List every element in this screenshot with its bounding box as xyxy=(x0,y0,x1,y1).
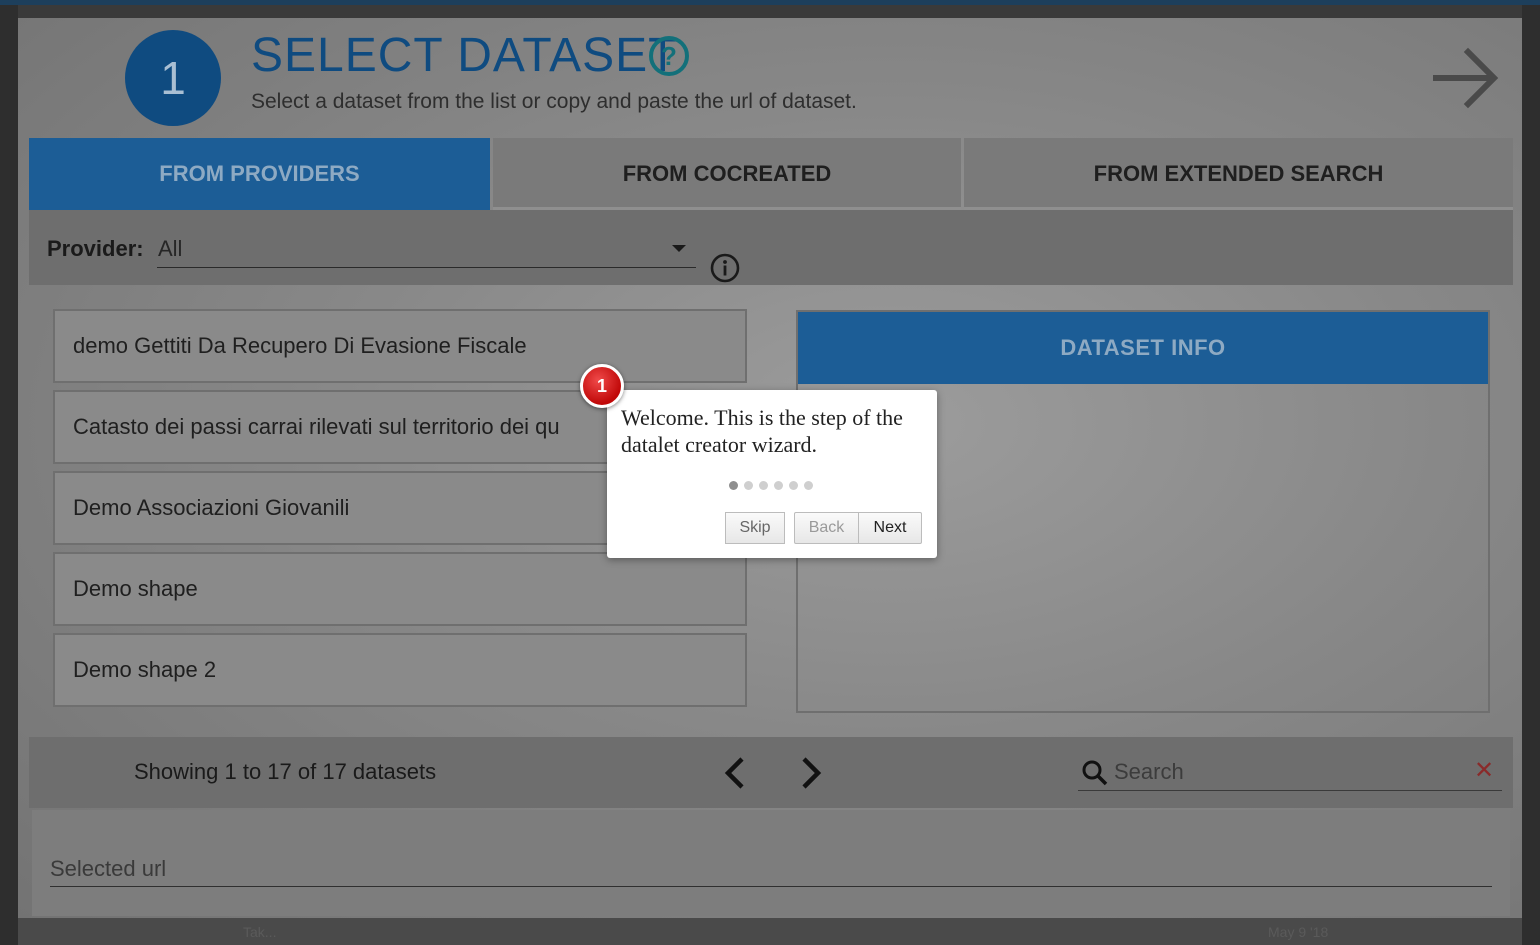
next-page-icon[interactable] xyxy=(794,756,828,790)
dataset-search: ✕ xyxy=(1078,753,1502,791)
tour-popup: Welcome. This is the step of the datalet… xyxy=(607,390,937,558)
tour-step-badge: 1 xyxy=(580,364,624,408)
tour-back-button[interactable]: Back xyxy=(794,512,859,544)
info-icon[interactable] xyxy=(709,252,741,284)
tour-progress-dots xyxy=(729,481,819,490)
background-date: May 9 '18 xyxy=(1268,924,1329,940)
tab-from-extended-search[interactable]: FROM EXTENDED SEARCH xyxy=(964,138,1513,210)
page-subtitle: Select a dataset from the list or copy a… xyxy=(251,90,857,113)
background-page-strip: Tak... May 9 '18 xyxy=(18,918,1522,945)
previous-page-icon[interactable] xyxy=(718,756,752,790)
search-input[interactable] xyxy=(1114,757,1454,787)
tour-dot[interactable] xyxy=(744,481,753,490)
selected-url-input[interactable] xyxy=(50,853,1492,885)
provider-dropdown[interactable]: All xyxy=(157,230,696,268)
tour-next-button[interactable]: Next xyxy=(858,512,922,544)
selected-url-area xyxy=(32,810,1510,916)
dataset-list-item[interactable]: Demo shape xyxy=(53,552,747,626)
dataset-list-item[interactable]: demo Gettiti Da Recupero Di Evasione Fis… xyxy=(53,309,747,383)
next-step-arrow-icon[interactable] xyxy=(1430,42,1502,114)
background-text: Tak... xyxy=(243,924,277,940)
provider-label: Provider: xyxy=(47,236,144,261)
dropdown-caret-icon xyxy=(672,245,686,252)
provider-selected-value: All xyxy=(158,236,183,261)
pagination-bar: Showing 1 to 17 of 17 datasets ✕ xyxy=(29,737,1513,808)
selected-url-field xyxy=(50,853,1492,887)
top-border xyxy=(0,0,1540,5)
overlay-left xyxy=(0,5,18,945)
tab-from-cocreated[interactable]: FROM COCREATED xyxy=(493,138,961,210)
page-title: SELECT DATASET xyxy=(251,29,679,82)
tour-dot[interactable] xyxy=(774,481,783,490)
tour-message: Welcome. This is the step of the datalet… xyxy=(621,405,903,457)
source-tabs: FROM PROVIDERS FROM COCREATED FROM EXTEN… xyxy=(29,138,1513,210)
tour-dot[interactable] xyxy=(804,481,813,490)
provider-filter-bar: Provider: All xyxy=(29,210,1513,285)
dataset-list-item[interactable]: Demo shape 2 xyxy=(53,633,747,707)
help-icon[interactable]: ? xyxy=(649,36,689,76)
search-icon xyxy=(1082,760,1108,786)
step-number-badge: 1 xyxy=(125,30,221,126)
tour-dot[interactable] xyxy=(729,481,738,490)
dataset-info-header: DATASET INFO xyxy=(798,312,1488,384)
pagination-info: Showing 1 to 17 of 17 datasets xyxy=(134,759,437,784)
tour-dot[interactable] xyxy=(789,481,798,490)
tour-skip-button[interactable]: Skip xyxy=(725,512,785,544)
clear-search-icon[interactable]: ✕ xyxy=(1474,757,1494,785)
tour-dot[interactable] xyxy=(759,481,768,490)
overlay-right xyxy=(1522,5,1540,945)
tab-from-providers[interactable]: FROM PROVIDERS xyxy=(29,138,490,210)
